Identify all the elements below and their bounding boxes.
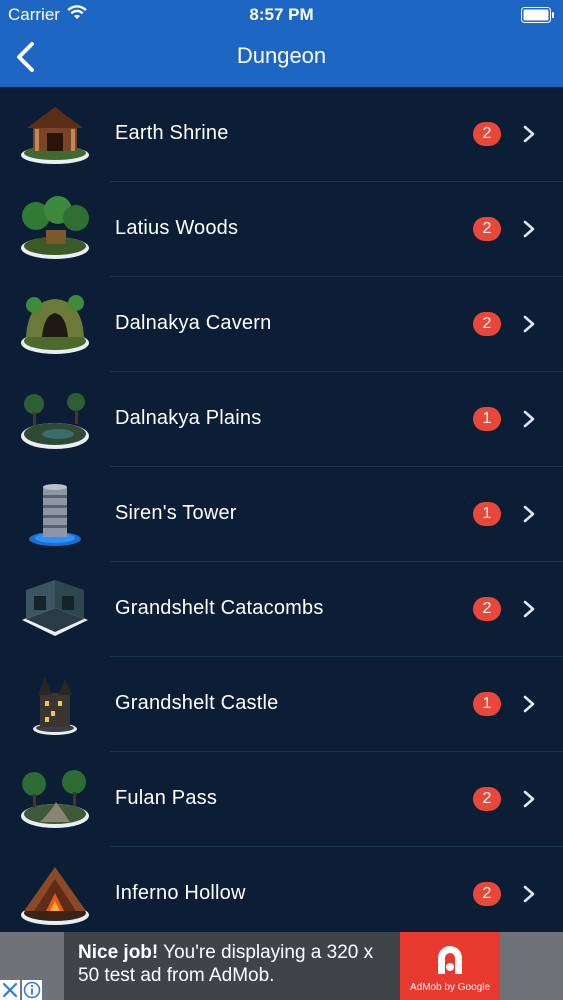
dungeon-name: Dalnakya Plains [115, 407, 262, 429]
dungeon-row[interactable]: Fulan Pass 2 [0, 752, 563, 847]
volcano-icon [21, 867, 89, 925]
header: Carrier 8:57 PM Dungeon [0, 0, 563, 87]
dungeon-list: Earth Shrine 2 Latius Woods 2 Dalnakya C… [0, 87, 563, 932]
dungeon-row[interactable]: Dalnakya Cavern 2 [0, 277, 563, 372]
count-badge: 2 [473, 882, 501, 906]
chevron-right-icon [523, 125, 535, 143]
count-badge: 2 [473, 597, 501, 621]
shrine-icon [21, 107, 89, 164]
chevron-right-icon [523, 410, 535, 428]
dungeon-row[interactable]: Siren's Tower 1 [0, 467, 563, 562]
chevron-right-icon [523, 695, 535, 713]
chevron-right-icon [523, 885, 535, 903]
dungeon-row[interactable]: Inferno Hollow 2 [0, 847, 563, 932]
catacombs-icon [22, 580, 88, 636]
count-badge: 2 [473, 312, 501, 336]
chevron-right-icon [523, 600, 535, 618]
count-badge: 1 [473, 407, 501, 431]
status-bar: Carrier 8:57 PM [0, 0, 563, 30]
dungeon-name: Fulan Pass [115, 787, 218, 809]
ad-content[interactable]: Nice job! You're displaying a 320 x 50 t… [64, 932, 500, 1000]
dungeon-name: Dalnakya Cavern [115, 312, 272, 334]
tower-icon [29, 484, 81, 546]
dungeon-row[interactable]: Dalnakya Plains 1 [0, 372, 563, 467]
info-icon[interactable] [22, 980, 42, 1000]
dungeon-row[interactable]: Grandshelt Catacombs 2 [0, 562, 563, 657]
ad-headline: Nice job! [78, 942, 159, 963]
admob-icon [438, 946, 462, 974]
close-icon[interactable] [0, 980, 20, 1000]
dungeon-name: Latius Woods [115, 217, 239, 239]
count-badge: 2 [473, 787, 501, 811]
count-badge: 1 [473, 502, 501, 526]
dungeon-name: Grandshelt Castle [115, 692, 279, 714]
chevron-right-icon [523, 220, 535, 238]
chevron-right-icon [523, 315, 535, 333]
chevron-right-icon [523, 790, 535, 808]
page-title: Dungeon [236, 43, 327, 68]
count-badge: 1 [473, 692, 501, 716]
chevron-right-icon [523, 505, 535, 523]
dungeon-row[interactable]: Earth Shrine 2 [0, 87, 563, 182]
plains-icon [21, 393, 89, 449]
ad-brand: AdMob by Google [409, 982, 491, 993]
count-badge: 2 [473, 217, 501, 241]
woods-icon [21, 196, 89, 259]
dungeon-name: Inferno Hollow [115, 882, 246, 904]
clock: 8:57 PM [249, 5, 314, 24]
dungeon-name: Siren's Tower [115, 502, 237, 524]
ad-text: Nice job! You're displaying a 320 x 50 t… [78, 941, 398, 987]
dungeon-row[interactable]: Grandshelt Castle 1 [0, 657, 563, 752]
dungeon-row[interactable]: Latius Woods 2 [0, 182, 563, 277]
dungeon-name: Grandshelt Catacombs [115, 597, 324, 619]
battery-icon [521, 7, 554, 23]
ad-banner[interactable]: Nice job! You're displaying a 320 x 50 t… [0, 932, 563, 1000]
admob-logo: AdMob by Google [400, 932, 500, 1000]
pass-icon [21, 770, 89, 828]
count-badge: 2 [473, 122, 501, 146]
dungeon-name: Earth Shrine [115, 122, 229, 144]
castle-icon [33, 677, 77, 735]
cavern-icon [21, 295, 89, 354]
